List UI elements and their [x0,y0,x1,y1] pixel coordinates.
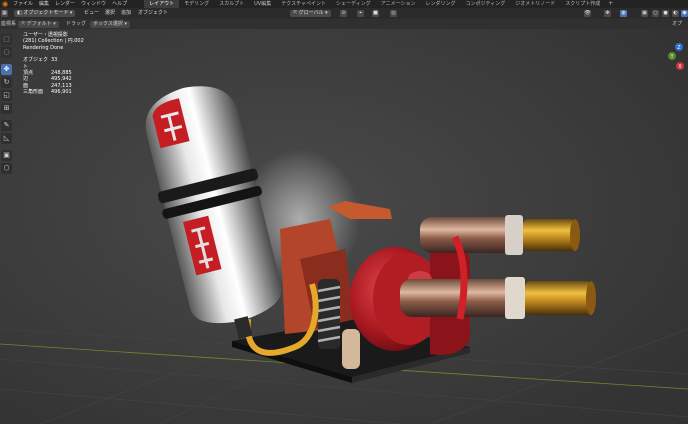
select-box-icon[interactable]: ⬚ [1,34,12,45]
tab-scripting[interactable]: スクリプト作成 [560,0,605,8]
measure-icon[interactable]: ◺ [1,133,12,144]
menu-render[interactable]: レンダー [52,0,78,8]
menu-help[interactable]: ヘルプ [109,0,130,8]
snap-target-icon[interactable]: ■ [372,10,379,17]
add-object-icon[interactable]: ⬡ [1,163,12,174]
rotate-icon[interactable]: ↻ [1,77,12,88]
visibility-icon[interactable]: 👁 [584,10,591,17]
shading-solid-icon[interactable]: ● [662,10,669,17]
drag-mode-dropdown[interactable]: ボックス選択 ▾ [90,20,130,28]
scale-icon[interactable]: ◱ [1,90,12,101]
barrel-top [420,215,580,255]
shading-rendered-icon[interactable]: ◉ [681,10,688,17]
drag-label: ドラッグ [66,21,87,27]
snap-icon[interactable]: ⌖ [357,10,364,17]
options-label[interactable]: オプ [672,19,682,29]
tool-settings-bar: 座標系 ⤧ デフォルト ▾ ドラッグ ボックス選択 ▾ オプ [0,19,688,29]
3d-viewport[interactable]: ⬚ ◌ ✥ ↻ ◱ ⊞ ✎ ◺ ▣ ⬡ [0,29,688,424]
shading-wireframe-icon[interactable]: ○ [652,10,659,17]
menu-select[interactable]: 選択 [105,8,115,19]
move-icon[interactable]: ✥ [1,64,12,75]
menu-file[interactable]: ファイル [10,0,36,8]
mode-dropdown[interactable]: ◧ オブジェクトモード ▾ [14,10,76,17]
viewport-stats-overlay: ユーザー・透視投影 (281) Collection | 円.002 Rende… [23,32,84,96]
top-menu-bar: ◉ ファイル 編集 レンダー ウィンドウ ヘルプ レイアウト モデリング スカル… [0,0,688,8]
pivot-icon[interactable]: ⊙ [340,10,347,17]
tab-rendering[interactable]: レンダリング [421,0,461,8]
menu-add[interactable]: 追加 [121,8,131,19]
cursor-icon[interactable]: ◌ [1,47,12,58]
gizmo-x-label: X [678,64,682,70]
transform-icon[interactable]: ⊞ [1,103,12,114]
tab-geometry-nodes[interactable]: ジオメトリノード [510,0,560,8]
tab-uv-editing[interactable]: UV編集 [249,0,276,8]
shading-material-icon[interactable]: ◐ [672,10,679,17]
orientation-dropdown[interactable]: ⤧ グローバル ▾ [290,10,331,17]
orientation-default-dropdown[interactable]: ⤧ デフォルト ▾ [18,20,59,28]
proportional-edit-icon[interactable]: ◎ [390,10,397,17]
add-workspace-button[interactable]: + [605,0,616,8]
transform-label: 座標系 [1,21,17,27]
barrel-bottom [400,277,596,319]
navigation-gizmo[interactable]: Z Y X [666,42,688,72]
rendered-scene [0,29,688,424]
tab-modeling[interactable]: モデリング [179,0,214,8]
menu-window[interactable]: ウィンドウ [78,0,109,8]
tab-shading[interactable]: シェーディング [331,0,376,8]
blender-logo-icon[interactable]: ◉ [2,0,10,8]
collection-info: (281) Collection | 円.002 [23,38,84,45]
stat-row: オブジェクト 33 [23,57,58,70]
tab-compositing[interactable]: コンポジティング [461,0,511,8]
editor-type-icon[interactable]: ▦ [1,10,8,17]
tab-sculpt[interactable]: スカルプト [214,0,249,8]
gizmo-z-label: Z [677,45,681,51]
tab-layout[interactable]: レイアウト [144,0,180,8]
overlay-toggle-icon[interactable]: ◍ [620,10,627,17]
annotate-icon[interactable]: ✎ [1,120,12,131]
tool-shelf: ⬚ ◌ ✥ ↻ ◱ ⊞ ✎ ◺ ▣ ⬡ [1,34,13,176]
xray-icon[interactable]: ▣ [641,10,648,17]
tab-animation[interactable]: アニメーション [376,0,421,8]
menu-object[interactable]: オブジェクト [138,8,168,19]
menu-edit[interactable]: 編集 [36,0,52,8]
stat-row: 三角形面 496,901 [23,89,72,96]
menu-view[interactable]: ビュー [84,8,99,19]
tab-texture-paint[interactable]: テクスチャペイント [276,0,331,8]
gizmo-toggle-icon[interactable]: ✥ [604,10,611,17]
add-cube-icon[interactable]: ▣ [1,150,12,161]
